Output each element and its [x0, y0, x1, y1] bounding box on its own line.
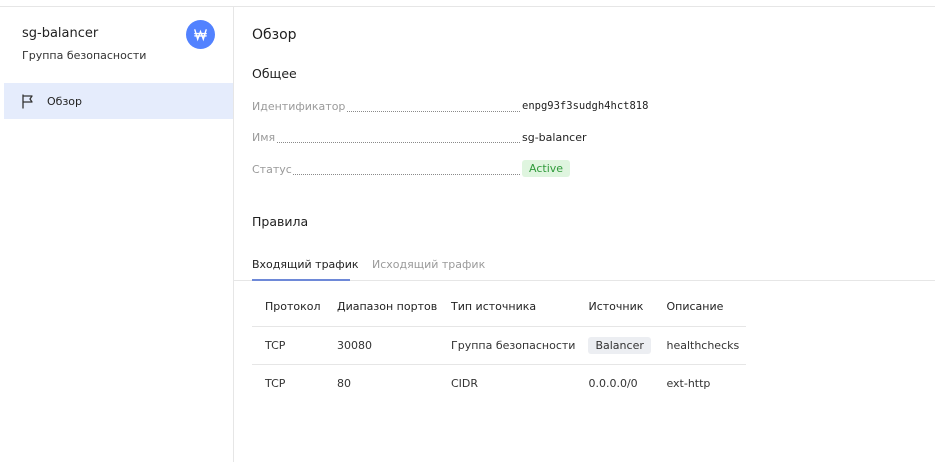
security-group-glyph	[194, 29, 207, 42]
field-value: sg-balancer	[522, 131, 587, 144]
table-header-row: Протокол Диапазон портов Тип источника И…	[252, 288, 746, 327]
cell-description: ext-http	[666, 376, 711, 390]
column-header-description: Описание	[653, 288, 746, 327]
tab-active-indicator	[252, 279, 350, 281]
traffic-tabs: Входящий трафик Исходящий трафик	[234, 249, 935, 281]
rules-heading: Правила	[252, 214, 309, 229]
cell-ports: 30080	[324, 326, 438, 365]
security-group-icon	[186, 20, 215, 49]
field-name: Имя sg-balancer	[252, 131, 587, 149]
source-chip[interactable]: Balancer	[588, 336, 651, 354]
column-header-source-type: Тип источника	[438, 288, 576, 327]
column-header-ports: Диапазон портов	[324, 288, 438, 327]
rules-table: Протокол Диапазон портов Тип источника И…	[252, 288, 746, 402]
general-heading: Общее	[252, 66, 297, 81]
tab-egress[interactable]: Исходящий трафик	[372, 258, 485, 271]
leader-dots	[252, 142, 520, 143]
cell-protocol: TCP	[252, 326, 324, 365]
cell-source: Balancer	[575, 326, 654, 365]
sidebar-header: sg-balancer Группа безопасности	[4, 7, 233, 83]
sidebar-item-overview[interactable]: Обзор	[4, 83, 233, 119]
resource-name: sg-balancer	[22, 26, 99, 41]
main-content: Обзор Общее Идентификатор enpg93f3sudgh4…	[234, 7, 935, 462]
field-label: Статус	[252, 163, 293, 176]
column-header-protocol: Протокол	[252, 288, 324, 327]
cell-source-type: CIDR	[451, 376, 479, 390]
field-label: Имя	[252, 131, 277, 144]
field-identifier: Идентификатор enpg93f3sudgh4hct818	[252, 100, 648, 118]
cell-protocol: TCP	[265, 376, 286, 390]
field-status: Статус Active	[252, 160, 572, 181]
tab-ingress[interactable]: Входящий трафик	[252, 258, 359, 271]
table-row: TCP 30080 Группа безопасности Balancer h…	[252, 326, 746, 365]
cell-source: 0.0.0.0/0	[588, 376, 638, 390]
sidebar-item-label: Обзор	[47, 94, 83, 108]
field-value[interactable]: enpg93f3sudgh4hct818	[522, 100, 648, 112]
top-bar	[0, 0, 935, 7]
column-header-source: Источник	[575, 288, 654, 327]
page-title: Обзор	[252, 27, 297, 43]
cell-description: healthchecks	[653, 326, 746, 365]
sidebar: sg-balancer Группа безопасности Обзор	[4, 7, 234, 462]
status-badge: Active	[522, 160, 571, 177]
table-row: TCP 80 CIDR 0.0.0.0/0 ext-http	[252, 364, 746, 402]
resource-type: Группа безопасности	[22, 49, 147, 62]
cell-ports: 80	[337, 376, 351, 390]
field-label: Идентификатор	[252, 100, 347, 113]
cell-source-type: Группа безопасности	[438, 326, 576, 365]
flag-icon	[21, 93, 37, 109]
